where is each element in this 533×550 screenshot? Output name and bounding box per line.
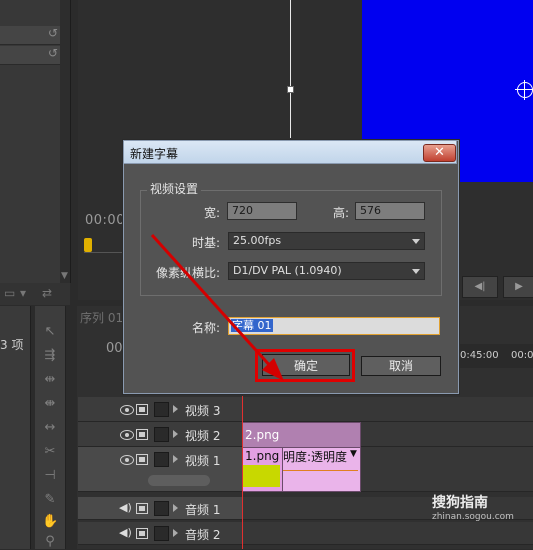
- arrow-shaft: [150, 233, 274, 370]
- watermark-logo: 搜狗指南: [432, 495, 488, 511]
- annotation-arrow: [150, 233, 284, 381]
- watermark-url: zhinan.sogou.com: [432, 512, 514, 522]
